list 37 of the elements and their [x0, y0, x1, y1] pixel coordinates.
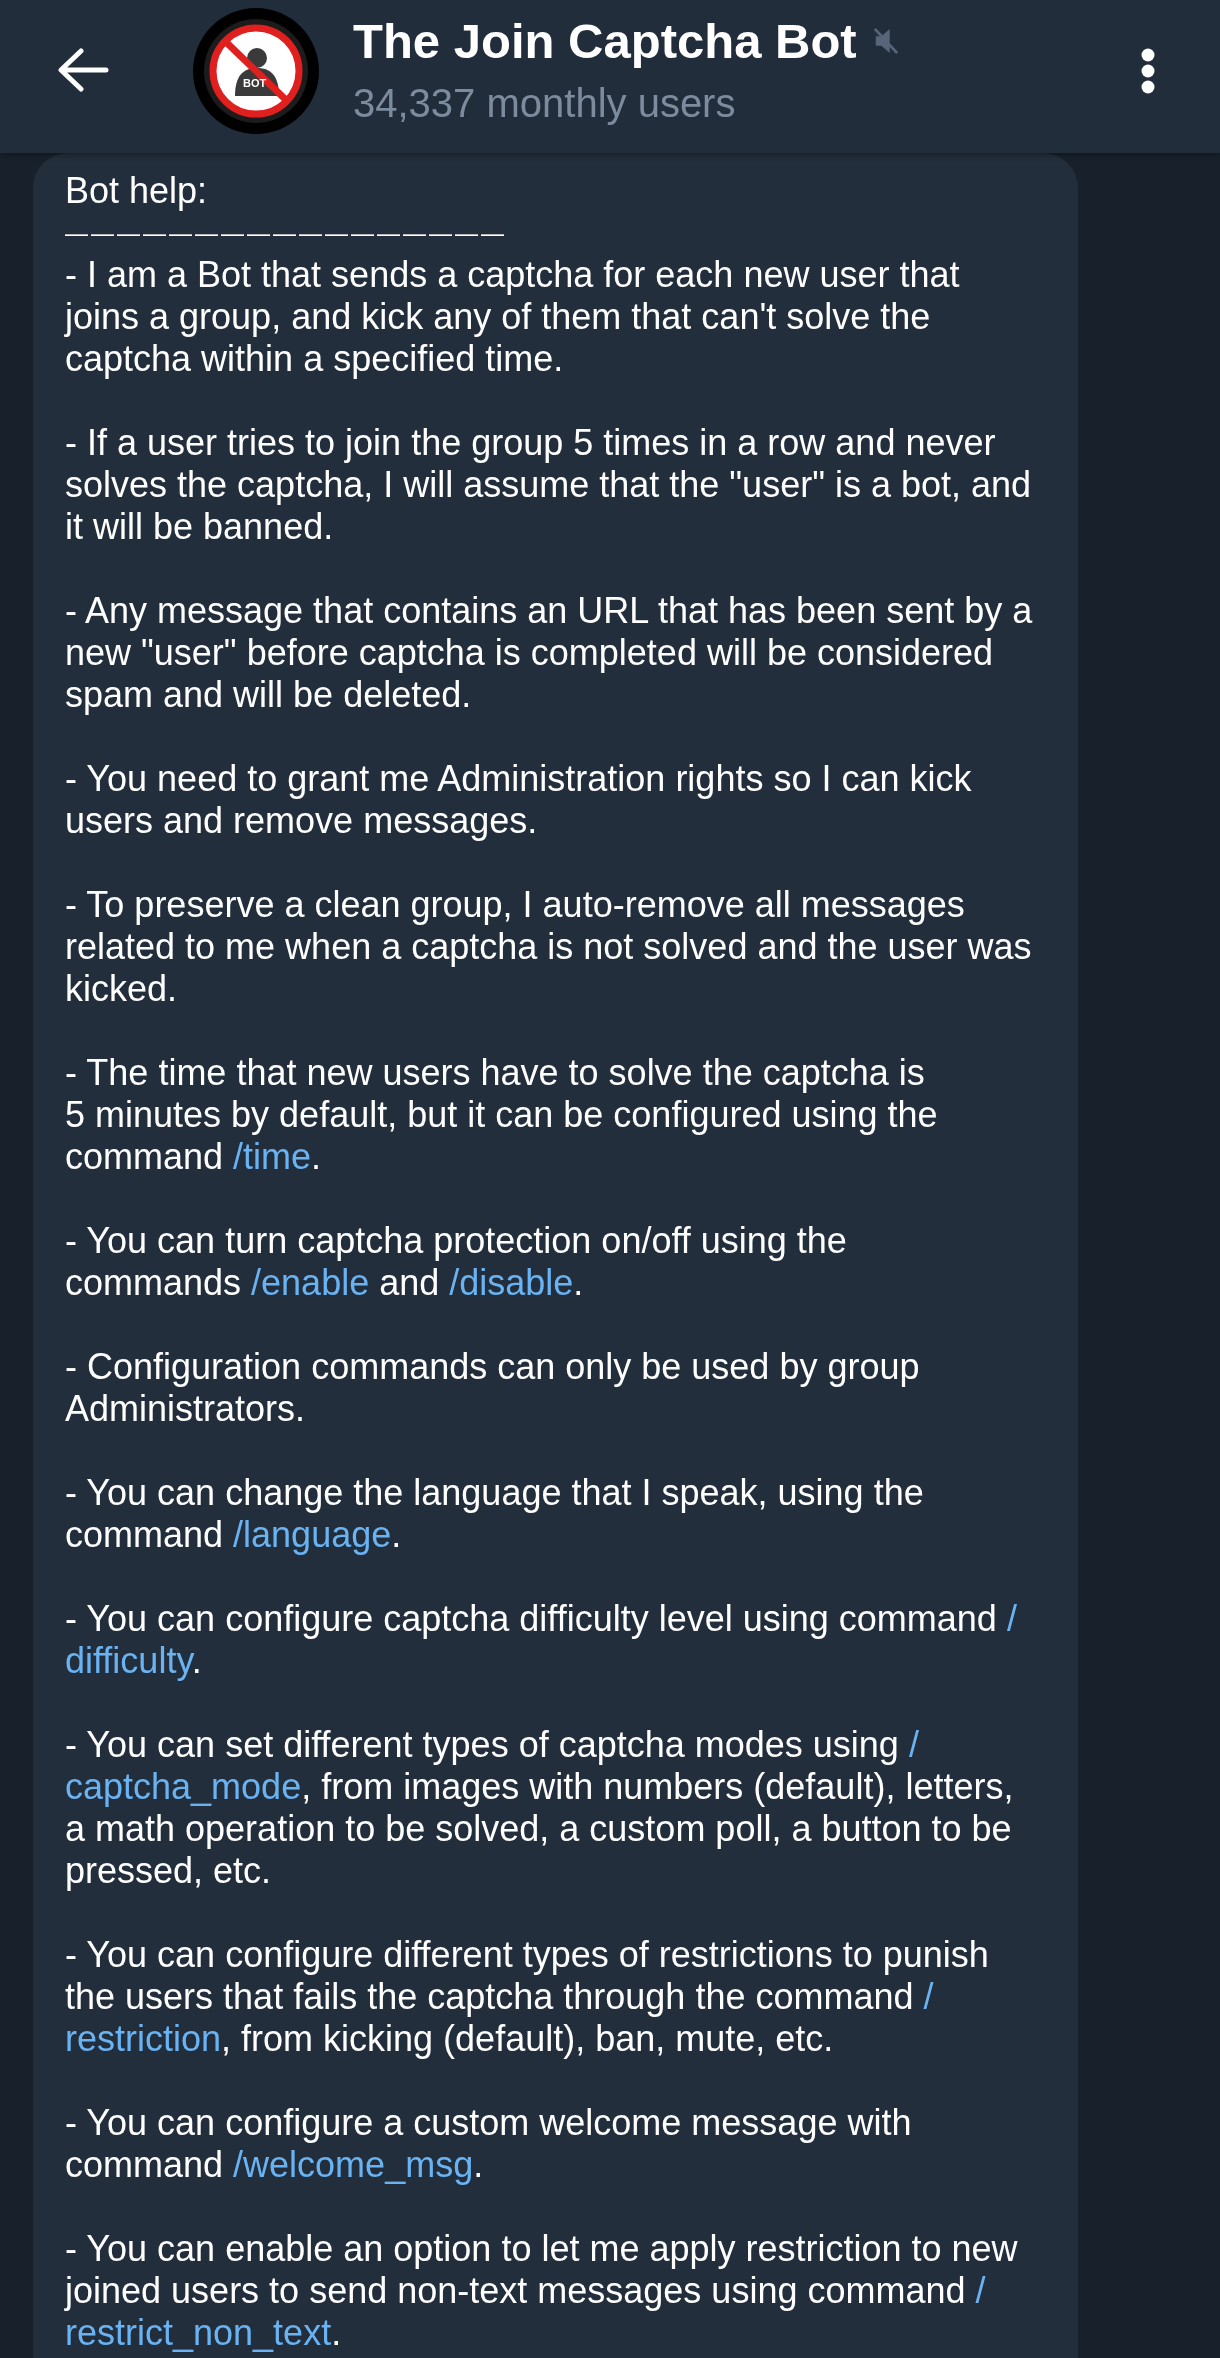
dash-line-text: —————————————————: [65, 219, 508, 248]
help-paragraph: - You can configure different types of restrictions to punish the users that fails the captcha through the command / restriction, from kicking (default), ban, mute, etc.: [65, 1934, 990, 2060]
help-paragraph: - Any message that contains an URL that has been sent by a new "user" before captcha is completed will be considered spam and will be deleted.: [65, 590, 1034, 716]
help-paragraph: - You can enable an option to let me apply restriction to new joined users to send non-text messages using command / restrict_non_text.: [65, 2228, 1019, 2354]
command-link[interactable]: /: [908, 1724, 919, 1765]
no-bot-sign-icon: [193, 8, 319, 134]
back-button[interactable]: [57, 48, 109, 92]
message-heading: Bot help:: [65, 170, 209, 212]
command-link[interactable]: restrict_non_text: [65, 2312, 332, 2353]
command-link[interactable]: /time: [233, 1136, 312, 1177]
back-arrow-icon: [57, 48, 109, 92]
help-paragraph: - You can set different types of captcha modes using / captcha_mode, from images with numbers (default), letters, a math operation to be solved, a custom poll, a button to be pressed, etc.: [65, 1724, 1015, 1892]
more-options-icon: [1141, 48, 1155, 94]
command-link[interactable]: /disable: [449, 1262, 574, 1303]
command-link[interactable]: /: [1006, 1598, 1017, 1639]
command-link[interactable]: restriction: [65, 2018, 222, 2059]
help-paragraph: - To preserve a clean group, I auto-remove all messages related to me when a captcha is not solved and the user was kicked.: [65, 884, 1033, 1010]
command-link[interactable]: /: [975, 2270, 986, 2311]
help-paragraph: - You can change the language that I speak, using the command /language.: [65, 1472, 925, 1556]
help-paragraph: - If a user tries to join the group 5 times in a row and never solves the captcha, I will assume that the "user" is a bot, and it will be banned.: [65, 422, 1033, 548]
help-paragraph: - You can configure captcha difficulty level using command / difficulty.: [65, 1598, 1018, 1682]
command-link[interactable]: /: [923, 1976, 934, 2017]
help-paragraph: - You need to grant me Administration rights so I can kick users and remove messages.: [65, 758, 973, 842]
command-link[interactable]: /welcome_msg: [233, 2144, 474, 2185]
monthly-users-count: 34,337 monthly users: [353, 80, 737, 126]
help-paragraph: - The time that new users have to solve the captcha is 5 minutes by default, but it can be configured using the command /time.: [65, 1052, 939, 1178]
command-link[interactable]: /enable: [251, 1262, 370, 1303]
help-paragraph: - I am a Bot that sends a captcha for each new user that joins a group, and kick any of them that can't solve the captcha within a specified time.: [65, 254, 961, 380]
command-link[interactable]: captcha_mode: [65, 1766, 302, 1807]
chat-title: The Join Captcha Bot: [353, 13, 857, 70]
more-menu-button[interactable]: [1141, 48, 1155, 94]
help-paragraph: - You can turn captcha protection on/off using the commands /enable and /disable.: [65, 1220, 848, 1304]
avatar-label: BOT: [243, 77, 267, 89]
help-paragraph: - Configuration commands can only be used by group Administrators.: [65, 1346, 921, 1430]
help-paragraph: - You can configure a custom welcome message with command /welcome_msg.: [65, 2102, 913, 2186]
command-link[interactable]: difficulty: [65, 1640, 192, 1681]
command-link[interactable]: /language: [233, 1514, 392, 1555]
